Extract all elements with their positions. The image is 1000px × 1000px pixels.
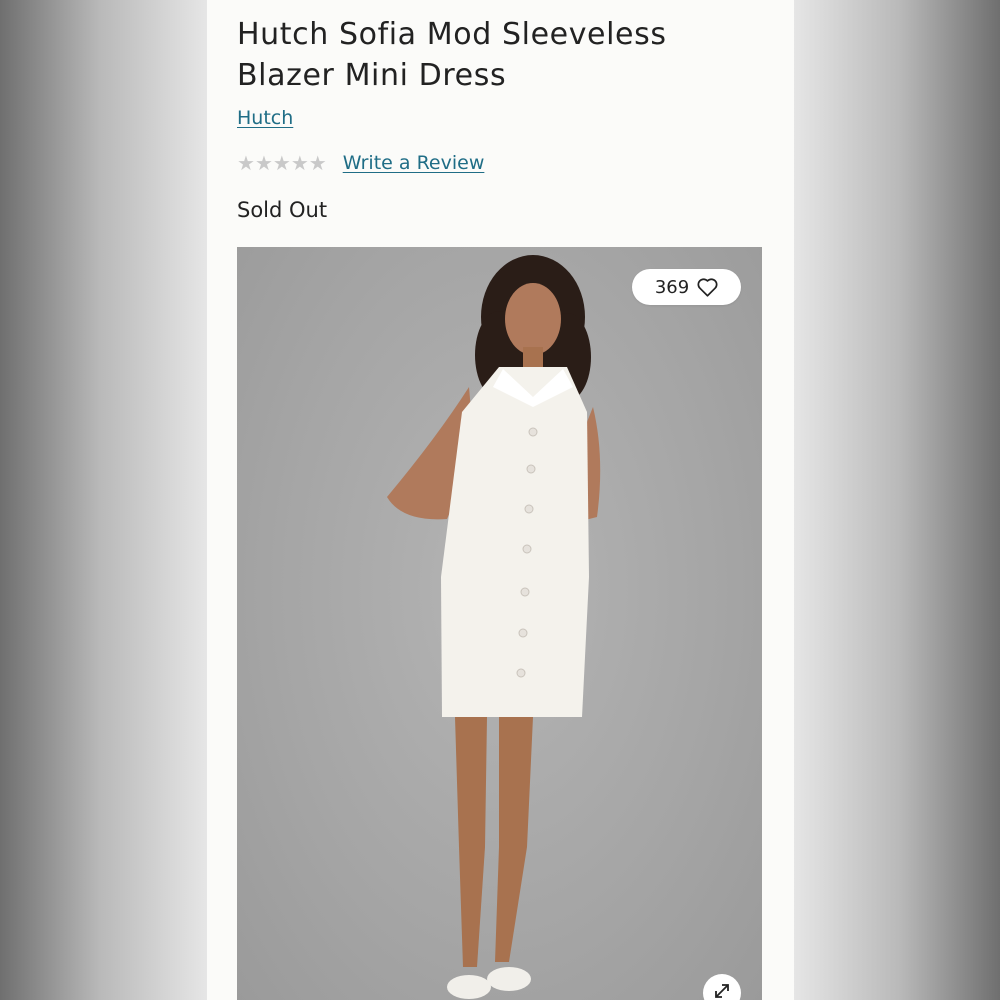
star-icon: ★ — [237, 151, 255, 175]
like-count: 369 — [654, 276, 690, 298]
star-icon: ★ — [290, 151, 309, 175]
product-detail-panel: Hutch Sofia Mod Sleeveless Blazer Mini D… — [207, 0, 794, 1000]
availability-status: Sold Out — [237, 198, 328, 222]
star-rating: ★ ★ ★ ★ ★ — [237, 153, 327, 173]
expand-icon — [712, 981, 732, 1000]
product-image[interactable]: 369 — [237, 247, 762, 1000]
product-title: Hutch Sofia Mod Sleeveless Blazer Mini D… — [237, 17, 667, 93]
brand-link[interactable]: Hutch — [237, 107, 293, 129]
like-button[interactable]: 369 — [632, 269, 741, 305]
star-icon: ★ — [308, 151, 327, 175]
star-icon: ★ — [272, 151, 291, 175]
rating-row: ★ ★ ★ ★ ★ Write a Review — [237, 148, 484, 178]
write-review-link[interactable]: Write a Review — [343, 152, 485, 174]
model-photo — [387, 255, 601, 999]
heart-icon — [697, 277, 718, 297]
star-icon: ★ — [254, 151, 273, 175]
